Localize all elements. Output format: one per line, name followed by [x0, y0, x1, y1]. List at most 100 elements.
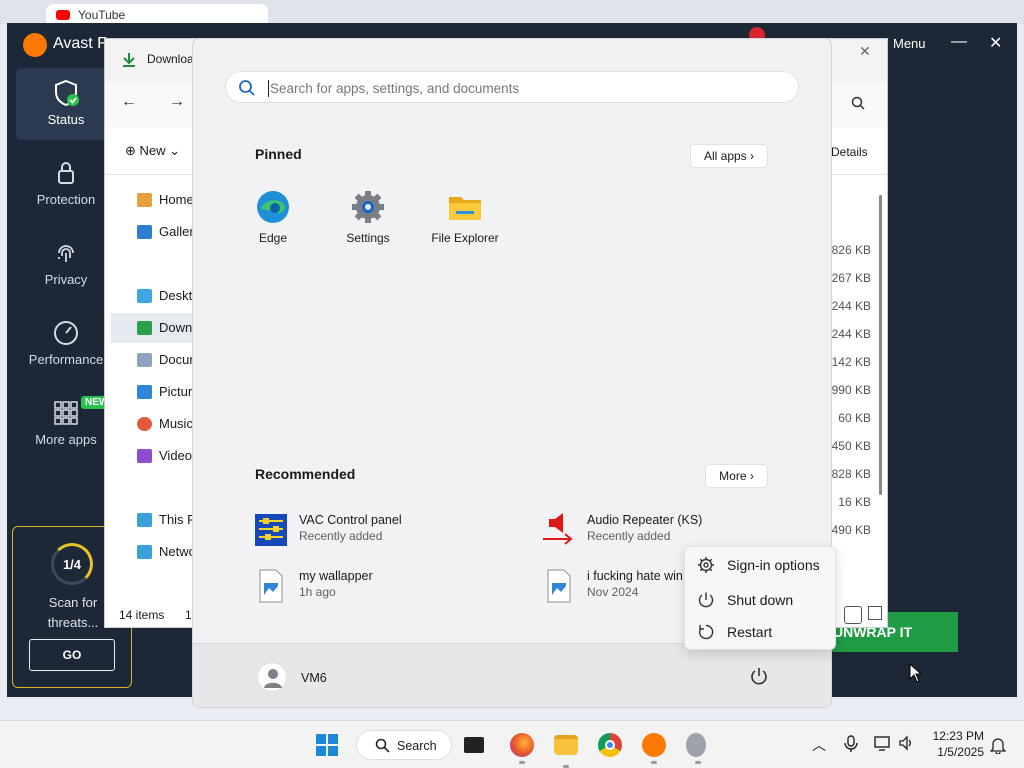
home-icon [137, 193, 152, 207]
microphone-icon[interactable] [844, 735, 858, 753]
shut-down-item[interactable]: Shut down [697, 587, 833, 615]
clock-time[interactable]: 12:23 PM [928, 729, 984, 743]
gear-icon [698, 557, 714, 573]
nav-item-label: Home [159, 192, 194, 207]
start-search-input[interactable] [270, 78, 770, 98]
pinned-app-label: Edge [258, 231, 288, 245]
notification-bell-icon[interactable] [990, 736, 1006, 754]
task-view-icon[interactable] [464, 737, 484, 753]
recommended-item[interactable]: my wallapper 1h ago [255, 567, 515, 607]
recommended-name: Audio Repeater (KS) [587, 513, 703, 527]
forward-arrow-icon[interactable]: → [169, 93, 185, 111]
pinned-app-label: File Explorer [431, 231, 499, 245]
lock-icon [58, 162, 74, 184]
recommended-subtitle: Recently added [299, 529, 383, 543]
tiles-view-icon[interactable] [868, 606, 882, 620]
computer-icon [137, 513, 152, 527]
close-icon[interactable]: ✕ [989, 33, 1002, 53]
avast-menu-button[interactable]: Menu [893, 36, 926, 51]
minimize-icon[interactable]: — [951, 33, 967, 51]
avast-nav-privacy[interactable]: Privacy [16, 228, 116, 300]
close-icon[interactable]: ✕ [859, 43, 871, 60]
plus-icon: ⊕ [125, 143, 140, 158]
status-selected-count: 1 [185, 608, 192, 622]
search-icon[interactable] [851, 96, 865, 110]
back-arrow-icon[interactable]: ← [121, 93, 137, 111]
avast-logo-icon [23, 33, 47, 57]
taskbar-search-label: Search [397, 739, 437, 753]
chevron-down-icon: ⌄ [165, 143, 181, 158]
avast-nav-protection[interactable]: Protection [16, 148, 116, 220]
details-view-icon[interactable] [844, 606, 862, 624]
pinned-app-label: Settings [346, 231, 390, 245]
scan-go-button[interactable]: GO [29, 639, 115, 671]
pinned-app-file-explorer[interactable]: File Explorer [420, 189, 510, 245]
pinned-app-settings[interactable]: Settings [323, 189, 413, 245]
running-indicator [651, 761, 657, 764]
recommended-name: i fucking hate win [587, 569, 683, 583]
avast-nav-status[interactable]: Status [16, 68, 116, 140]
avatar[interactable] [257, 662, 287, 692]
browser-tab-title: YouTube [78, 8, 126, 22]
clock-date[interactable]: 1/5/2025 [928, 745, 984, 759]
power-menu-label: Restart [727, 624, 773, 640]
taskbar-search[interactable]: Search [356, 730, 452, 760]
recommended-heading: Recommended [255, 466, 356, 482]
pinned-app-edge[interactable]: Edge [228, 189, 318, 245]
scrollbar[interactable] [879, 195, 882, 495]
chevron-right-icon: › [750, 149, 755, 163]
recommended-item[interactable]: Audio Repeater (KS) Recently added [543, 511, 803, 551]
gallery-icon [137, 225, 152, 239]
volume-icon[interactable] [898, 735, 914, 751]
sign-in-options-item[interactable]: Sign-in options [697, 552, 833, 580]
music-icon [137, 417, 152, 431]
recommended-item[interactable]: VAC Control panel Recently added [255, 511, 515, 551]
grid-icon [54, 401, 78, 425]
pictures-icon [137, 385, 152, 399]
user-name[interactable]: VM6 [301, 671, 327, 685]
download-icon [137, 321, 152, 335]
gear-icon [352, 191, 384, 223]
status-item-count: 14 items [119, 608, 165, 622]
start-search-box[interactable] [225, 71, 799, 103]
audio-repeater-app-icon[interactable] [686, 733, 706, 764]
new-label: New [139, 143, 166, 158]
image-file-icon [547, 569, 571, 603]
avast-icon[interactable] [642, 733, 666, 764]
youtube-icon [56, 10, 70, 20]
power-menu: Sign-in options Shut down Restart [684, 546, 836, 650]
avast-nav-performance[interactable]: Performance [16, 308, 116, 380]
shield-icon [55, 79, 79, 107]
details-button[interactable]: Details [831, 145, 868, 159]
avast-nav-label: Performance [28, 352, 104, 367]
desktop-icon [137, 289, 152, 303]
speedometer-icon [54, 321, 78, 345]
power-menu-label: Shut down [727, 592, 794, 608]
chrome-center [605, 740, 615, 750]
recommended-name: my wallapper [299, 569, 373, 583]
avast-nav-label: More apps [35, 432, 97, 447]
explorer-tab-title[interactable]: Downloa [147, 52, 194, 66]
taskbar: Search ︿ 12:23 PM 1/5/2025 [0, 720, 1024, 768]
chevron-right-icon: › [749, 469, 754, 483]
all-apps-button[interactable]: All apps › [690, 144, 768, 168]
nav-item-label: Music [159, 416, 193, 431]
more-button[interactable]: More › [705, 464, 768, 488]
search-icon [239, 80, 255, 96]
nav-item-label: Pictur [159, 384, 193, 399]
avast-title: Avast F [53, 35, 107, 52]
network-icon[interactable] [874, 735, 892, 751]
restart-item[interactable]: Restart [697, 619, 833, 647]
power-icon[interactable] [749, 666, 769, 686]
image-file-icon [259, 569, 283, 603]
download-icon [123, 53, 135, 67]
chrome-icon[interactable] [598, 733, 622, 757]
chevron-up-icon[interactable]: ︿ [812, 735, 826, 755]
new-button[interactable]: ⊕ New ⌄ [125, 143, 180, 159]
document-icon [137, 353, 152, 367]
firefox-icon[interactable] [510, 733, 534, 764]
file-explorer-icon[interactable] [554, 735, 578, 768]
more-label: More [719, 469, 747, 483]
windows-start-icon[interactable] [316, 734, 338, 756]
mouse-cursor-icon [909, 663, 923, 683]
